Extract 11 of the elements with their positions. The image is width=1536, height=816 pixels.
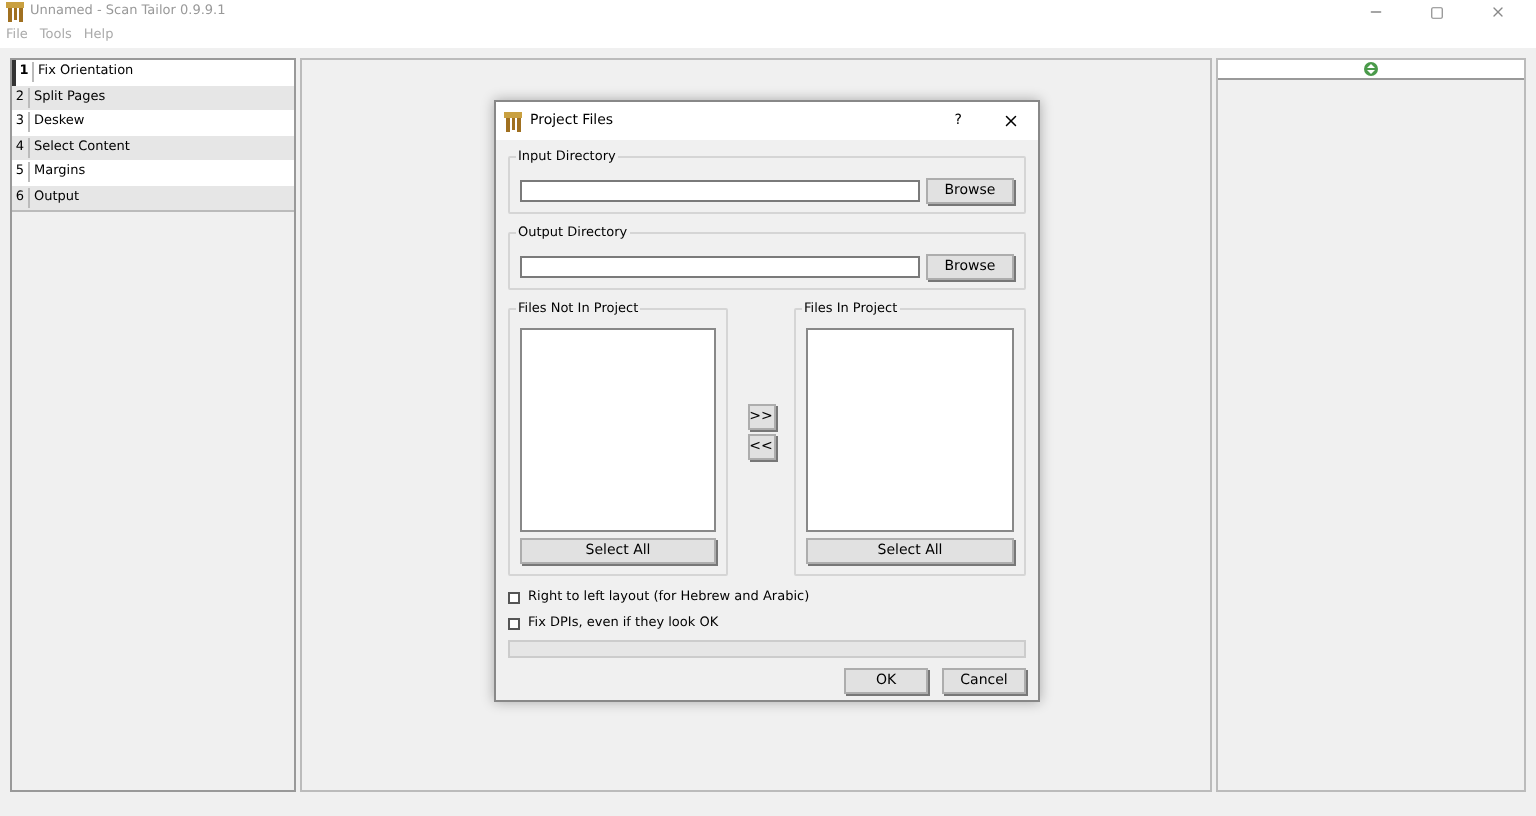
app-icon (504, 111, 522, 131)
checkbox[interactable] (508, 617, 520, 629)
file-list[interactable] (806, 328, 1014, 532)
app-icon (6, 2, 24, 22)
checkbox[interactable] (508, 591, 520, 603)
directory-field[interactable] (520, 256, 920, 278)
close-icon[interactable] (1002, 112, 1020, 130)
directory-field[interactable] (520, 180, 920, 202)
maximize-icon[interactable] (1430, 5, 1444, 19)
file-list[interactable] (520, 328, 716, 532)
expand-icon[interactable] (1364, 62, 1378, 76)
